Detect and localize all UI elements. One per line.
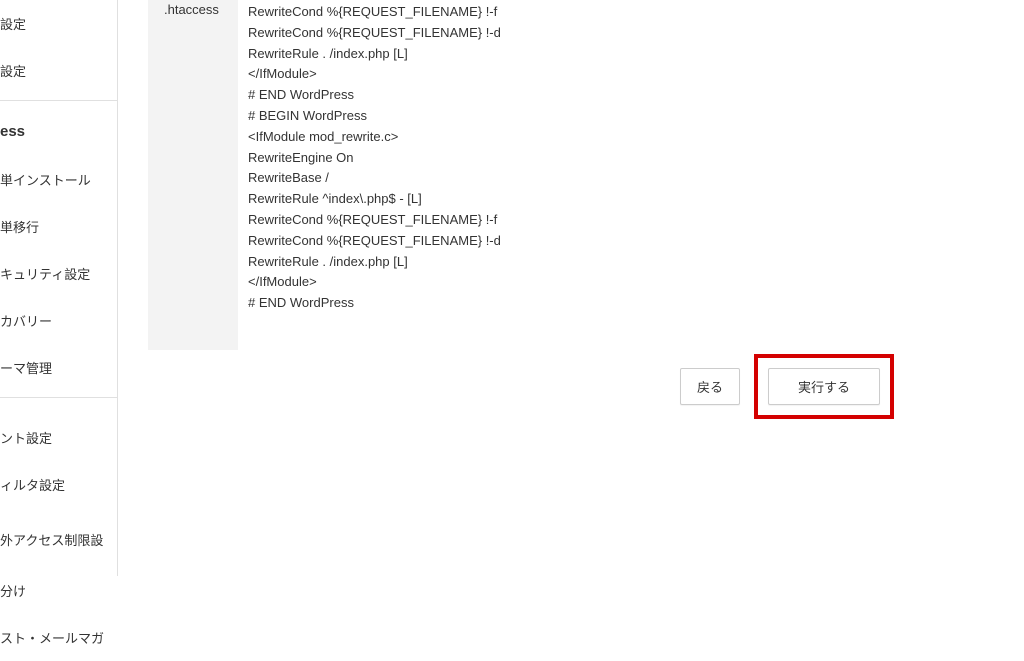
- code-line: RewriteCond %{REQUEST_FILENAME} !-f: [248, 210, 1008, 231]
- sidebar-item-settings-1[interactable]: 設定: [0, 0, 117, 47]
- sidebar-divider: [0, 397, 117, 398]
- sidebar-section-header[interactable]: ess: [0, 107, 117, 156]
- sidebar-item-label: 設定: [0, 64, 26, 79]
- spacer: [0, 508, 117, 516]
- code-line: RewriteCond %{REQUEST_FILENAME} !-f: [248, 2, 1008, 23]
- sidebar-section-header-label: ess: [0, 123, 25, 140]
- code-line: # END WordPress: [248, 293, 1008, 314]
- code-line: RewriteBase /: [248, 168, 1008, 189]
- sidebar-item-settings-2[interactable]: 設定: [0, 47, 117, 94]
- code-line: <IfModule mod_rewrite.c>: [248, 127, 1008, 148]
- sidebar-item-label: カバリー: [0, 314, 52, 329]
- htaccess-label: .htaccess: [164, 0, 230, 17]
- htaccess-row: .htaccess RewriteCond %{REQUEST_FILENAME…: [148, 0, 1024, 350]
- code-line: RewriteRule . /index.php [L]: [248, 252, 1008, 273]
- main-content: .htaccess RewriteCond %{REQUEST_FILENAME…: [118, 0, 1024, 576]
- sidebar-item-filter[interactable]: ィルタ設定: [0, 461, 117, 508]
- sidebar-item-label: ィルタ設定: [0, 478, 65, 493]
- sidebar-divider: [0, 100, 117, 101]
- code-line: </IfModule>: [248, 272, 1008, 293]
- code-line: RewriteCond %{REQUEST_FILENAME} !-d: [248, 231, 1008, 252]
- back-button[interactable]: 戻る: [680, 368, 740, 405]
- sidebar-item-maillist[interactable]: スト・メールマガ: [0, 614, 117, 661]
- sidebar-item-access[interactable]: 外アクセス制限設: [0, 516, 117, 563]
- code-line: RewriteCond %{REQUEST_FILENAME} !-d: [248, 23, 1008, 44]
- code-line: </IfModule>: [248, 64, 1008, 85]
- execute-button-highlight: 実行する: [754, 354, 894, 419]
- sidebar-item-label: 設定: [0, 17, 26, 32]
- sidebar: 設定 設定 ess 単インストール 単移行 キュリティ設定 カバリー ーマ管理 …: [0, 0, 118, 576]
- sidebar-item-recovery[interactable]: カバリー: [0, 297, 117, 344]
- sidebar-item-label: 分け: [0, 584, 26, 599]
- execute-button[interactable]: 実行する: [768, 368, 880, 405]
- code-line: # BEGIN WordPress: [248, 106, 1008, 127]
- sidebar-item-theme[interactable]: ーマ管理: [0, 344, 117, 391]
- htaccess-code: RewriteCond %{REQUEST_FILENAME} !-fRewri…: [238, 0, 1024, 334]
- htaccess-label-cell: .htaccess: [148, 0, 238, 350]
- sidebar-item-label: キュリティ設定: [0, 267, 90, 282]
- code-line: RewriteEngine On: [248, 148, 1008, 169]
- spacer: [0, 404, 117, 414]
- code-line: RewriteRule ^index\.php$ - [L]: [248, 189, 1008, 210]
- sidebar-item-account[interactable]: ント設定: [0, 414, 117, 461]
- sidebar-item-label: スト・メールマガ: [0, 631, 104, 646]
- sidebar-item-label: 外アクセス制限設: [0, 533, 103, 548]
- sidebar-item-label: ーマ管理: [0, 361, 52, 376]
- sidebar-item-label: 単インストール: [0, 173, 91, 188]
- code-line: # END WordPress: [248, 85, 1008, 106]
- button-row: 戻る 実行する: [148, 350, 1024, 419]
- back-button-wrap: 戻る: [680, 366, 740, 405]
- code-line: RewriteRule . /index.php [L]: [248, 44, 1008, 65]
- sidebar-item-install[interactable]: 単インストール: [0, 156, 117, 203]
- sidebar-item-migrate[interactable]: 単移行: [0, 203, 117, 250]
- sidebar-item-distribute[interactable]: 分け: [0, 567, 117, 614]
- sidebar-item-label: 単移行: [0, 220, 39, 235]
- sidebar-item-security[interactable]: キュリティ設定: [0, 250, 117, 297]
- sidebar-item-label: ント設定: [0, 431, 52, 446]
